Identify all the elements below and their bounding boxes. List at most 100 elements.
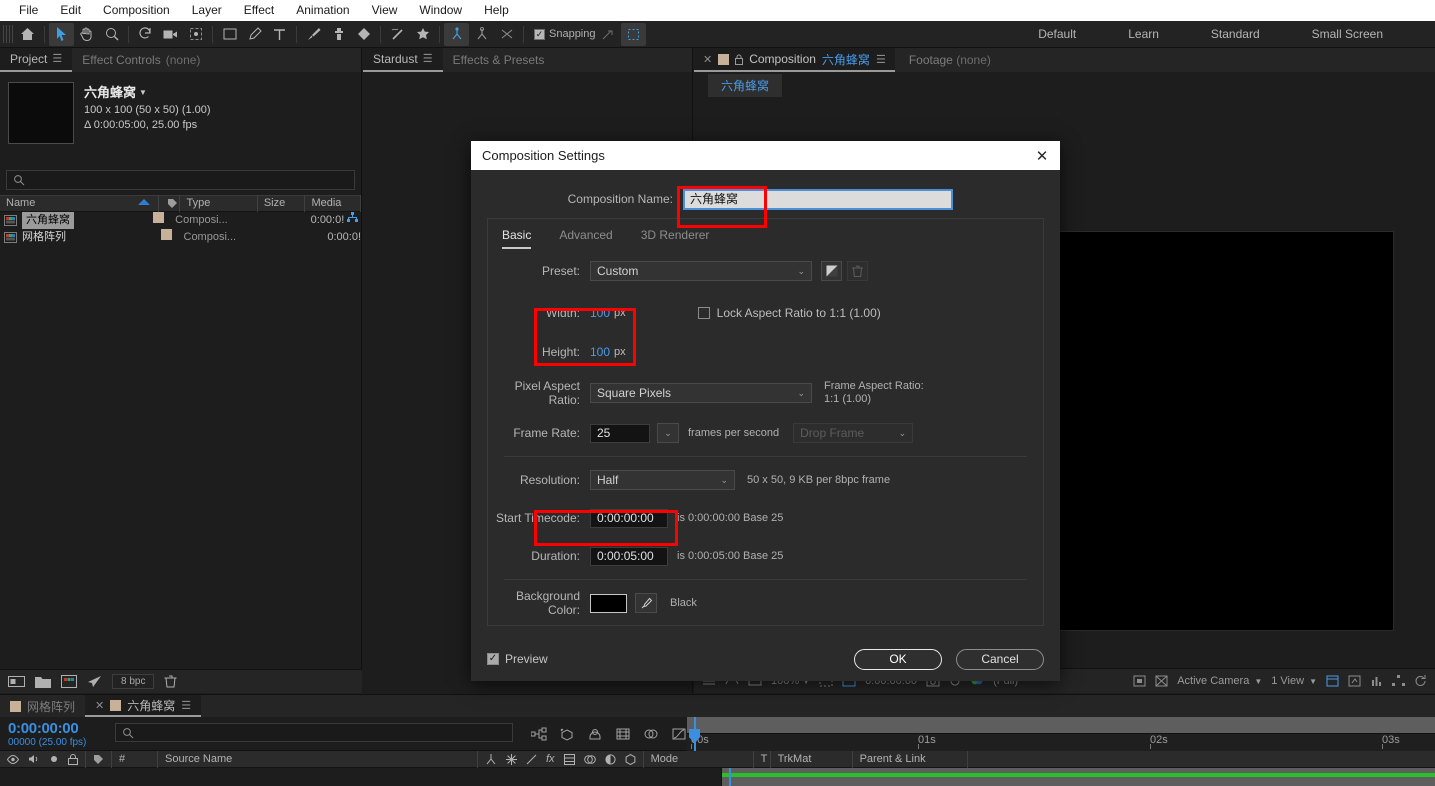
trkmat-column-header[interactable]: TrkMat (771, 751, 853, 768)
roto-brush-tool-icon[interactable] (385, 23, 410, 46)
project-settings-icon[interactable] (87, 675, 102, 688)
delete-icon[interactable] (164, 675, 177, 688)
panel-menu-icon[interactable]: ☰ (423, 48, 433, 71)
close-icon[interactable]: ✕ (95, 699, 104, 712)
workspace-learn[interactable]: Learn (1102, 21, 1185, 48)
panel-menu-icon[interactable]: ☰ (181, 699, 191, 712)
timeline-tab-hex[interactable]: ✕ 六角蜂窝 ☰ (85, 695, 201, 717)
video-visibility-icon[interactable] (7, 755, 19, 764)
new-composition-icon[interactable] (61, 675, 77, 688)
motion-blur-icon[interactable] (643, 727, 659, 741)
menu-window[interactable]: Window (408, 0, 473, 21)
row-flowchart-icon[interactable] (344, 212, 361, 229)
panel-menu-icon[interactable]: ☰ (876, 53, 886, 66)
cancel-button[interactable]: Cancel (956, 649, 1044, 670)
menu-animation[interactable]: Animation (285, 0, 360, 21)
puppet-pin-tool-icon[interactable] (410, 23, 435, 46)
workspace-default[interactable]: Default (1012, 21, 1102, 48)
timeline-current-time[interactable]: 0:00:00:00 00000 (25.00 fps) (0, 717, 110, 750)
column-size[interactable]: Size (258, 195, 306, 212)
menu-effect[interactable]: Effect (233, 0, 285, 21)
parent-link-column-header[interactable]: Parent & Link (853, 751, 968, 768)
composition-mini-flowchart-icon[interactable] (531, 727, 547, 741)
timeline-ruler[interactable]: 00s 01s 02s 03s (687, 717, 1435, 750)
start-timecode-input[interactable]: 0:00:00:00 (590, 509, 668, 528)
workspace-small-screen[interactable]: Small Screen (1286, 21, 1409, 48)
timeline-search-input[interactable] (115, 723, 513, 742)
width-value[interactable]: 100 (590, 306, 610, 320)
project-search-input[interactable] (6, 170, 355, 190)
eyedropper-icon[interactable] (635, 593, 657, 613)
audio-icon[interactable] (28, 754, 40, 764)
home-icon[interactable] (15, 23, 40, 46)
timeline-track-area[interactable] (722, 768, 1435, 786)
dialog-titlebar[interactable]: Composition Settings ✕ (471, 141, 1060, 170)
hand-tool-icon[interactable] (74, 23, 99, 46)
time-ruler-ticks[interactable]: 00s 01s 02s 03s (687, 733, 1435, 751)
draft-3d-icon[interactable] (559, 727, 575, 741)
table-row[interactable]: 六角蜂窝 Composi... 0:00:0! (0, 212, 361, 229)
menu-view[interactable]: View (361, 0, 409, 21)
lock-aspect-ratio-row[interactable]: Lock Aspect Ratio to 1:1 (1.00) (698, 306, 881, 320)
delete-preset-button[interactable] (847, 261, 868, 281)
composition-canvas[interactable] (1060, 232, 1393, 630)
lock-icon[interactable] (735, 54, 743, 65)
anchor-point-tool-icon[interactable] (183, 23, 208, 46)
workspace-libraries[interactable]: Li (1409, 21, 1435, 48)
type-tool-icon[interactable] (267, 23, 292, 46)
frame-blending-icon[interactable] (615, 727, 631, 741)
rectangle-tool-icon[interactable] (217, 23, 242, 46)
table-row[interactable]: 网格阵列 Composi... 0:00:0! (0, 229, 361, 246)
tab-effects-presets[interactable]: Effects & Presets (443, 48, 555, 72)
hide-shy-layers-icon[interactable] (587, 727, 603, 741)
tab-footage[interactable]: Footage (none) (895, 53, 1005, 67)
track-matte-t-header[interactable]: T (754, 751, 771, 768)
panel-menu-icon[interactable]: ☰ (52, 48, 62, 71)
ok-button[interactable]: OK (854, 649, 942, 670)
snapping-checkbox[interactable]: ✓ (534, 29, 545, 40)
chevron-down-icon[interactable]: ▼ (139, 88, 147, 97)
new-folder-icon[interactable] (35, 676, 51, 688)
local-axis-mode-icon[interactable] (444, 23, 469, 46)
layer-number-header[interactable]: # (112, 751, 158, 768)
timeline-layer-list[interactable] (0, 768, 722, 786)
menu-file[interactable]: File (8, 0, 49, 21)
frame-rate-input[interactable]: 25 (590, 424, 650, 443)
save-preset-button[interactable] (821, 261, 842, 281)
tab-basic[interactable]: Basic (502, 219, 531, 249)
column-label[interactable] (159, 195, 181, 212)
lock-icon[interactable] (68, 754, 78, 765)
work-area-bar[interactable] (687, 717, 1435, 733)
view-axis-mode-icon[interactable] (494, 23, 519, 46)
tab-effect-controls[interactable]: Effect Controls (none) (72, 48, 210, 72)
tab-composition[interactable]: ✕ Composition 六角蜂窝 ☰ (694, 48, 895, 72)
histogram-icon[interactable] (1370, 675, 1383, 687)
resolution-select[interactable]: Half ⌄ (590, 470, 735, 490)
preview-checkbox[interactable]: ✓ (487, 653, 499, 665)
column-media-duration[interactable]: Media Duration (305, 195, 361, 212)
camera-tool-icon[interactable] (158, 23, 183, 46)
column-type[interactable]: Type (180, 195, 257, 212)
tab-stardust[interactable]: Stardust ☰ (363, 48, 443, 72)
composition-flowchart-icon[interactable] (1392, 675, 1405, 687)
close-icon[interactable]: ✕ (1024, 141, 1060, 170)
height-value[interactable]: 100 (590, 345, 610, 359)
color-depth-button[interactable]: 8 bpc (112, 674, 154, 689)
row-label-swatch-cell[interactable] (156, 229, 177, 246)
world-axis-mode-icon[interactable] (469, 23, 494, 46)
transform-box-icon[interactable] (621, 23, 646, 46)
brush-tool-icon[interactable] (301, 23, 326, 46)
pixel-aspect-select[interactable]: Square Pixels ⌄ (590, 383, 812, 403)
graph-editor-icon[interactable] (671, 727, 687, 741)
menu-help[interactable]: Help (473, 0, 520, 21)
tab-project[interactable]: Project ☰ (0, 48, 72, 72)
row-label-swatch-cell[interactable] (149, 212, 169, 229)
clone-stamp-tool-icon[interactable] (326, 23, 351, 46)
preview-toggle[interactable]: ✓ Preview (487, 652, 548, 666)
preset-select[interactable]: Custom ⌄ (590, 261, 812, 281)
snapping-options-icon[interactable] (596, 23, 621, 46)
close-icon[interactable]: ✕ (703, 53, 712, 66)
camera-select[interactable]: Active Camera ▼ (1177, 675, 1262, 687)
view-layout-select[interactable]: 1 View ▼ (1271, 675, 1317, 687)
selection-tool-icon[interactable] (49, 23, 74, 46)
